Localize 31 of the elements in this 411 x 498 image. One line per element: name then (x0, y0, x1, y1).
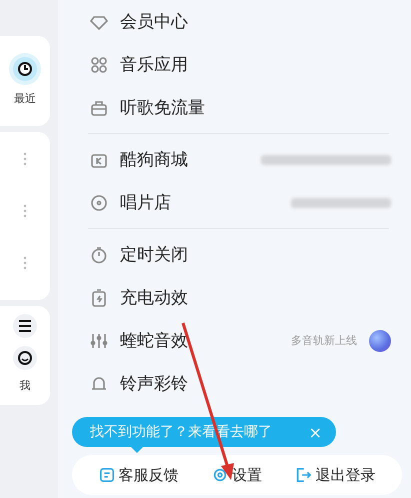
menu-item[interactable]: 蝰蛇音效 (120, 329, 188, 352)
timer-icon (90, 246, 108, 264)
disc-icon (90, 194, 108, 212)
grid-icon (90, 56, 108, 74)
exit-icon (295, 467, 312, 483)
menu-item[interactable]: 听歌免流量 (120, 96, 205, 119)
dots-icon[interactable] (23, 152, 27, 166)
menu-item[interactable]: 会员中心 (120, 10, 188, 33)
sidebar-label: 我 (20, 378, 30, 393)
clock-icon[interactable] (13, 56, 37, 80)
bell-icon (90, 374, 108, 392)
menu-item[interactable]: 唱片店 (120, 191, 171, 214)
message-icon (98, 467, 115, 483)
bottom-button[interactable]: 退出登录 (295, 466, 376, 484)
menu-item[interactable]: 充电动效 (120, 286, 188, 309)
menu-item[interactable]: 酷狗商城 (120, 148, 188, 171)
bottom-button[interactable]: 客服反馈 (98, 466, 179, 484)
list-icon[interactable] (13, 314, 37, 338)
sidebar-label: 最近 (14, 90, 36, 106)
sliders-icon (90, 332, 108, 350)
menu-note: 多音轨新上线 (291, 333, 357, 348)
menu-item[interactable]: 定时关闭 (120, 243, 188, 266)
settings-icon (212, 467, 228, 483)
dots-icon[interactable] (23, 256, 27, 270)
menu-item[interactable]: 铃声彩铃 (120, 372, 188, 395)
bottom-button[interactable]: 设置 (212, 466, 262, 484)
menu-item[interactable]: 音乐应用 (120, 53, 188, 76)
smile-icon[interactable] (13, 346, 37, 370)
battery-icon (90, 288, 108, 306)
dots-icon[interactable] (23, 204, 27, 218)
bag-icon (90, 98, 108, 116)
